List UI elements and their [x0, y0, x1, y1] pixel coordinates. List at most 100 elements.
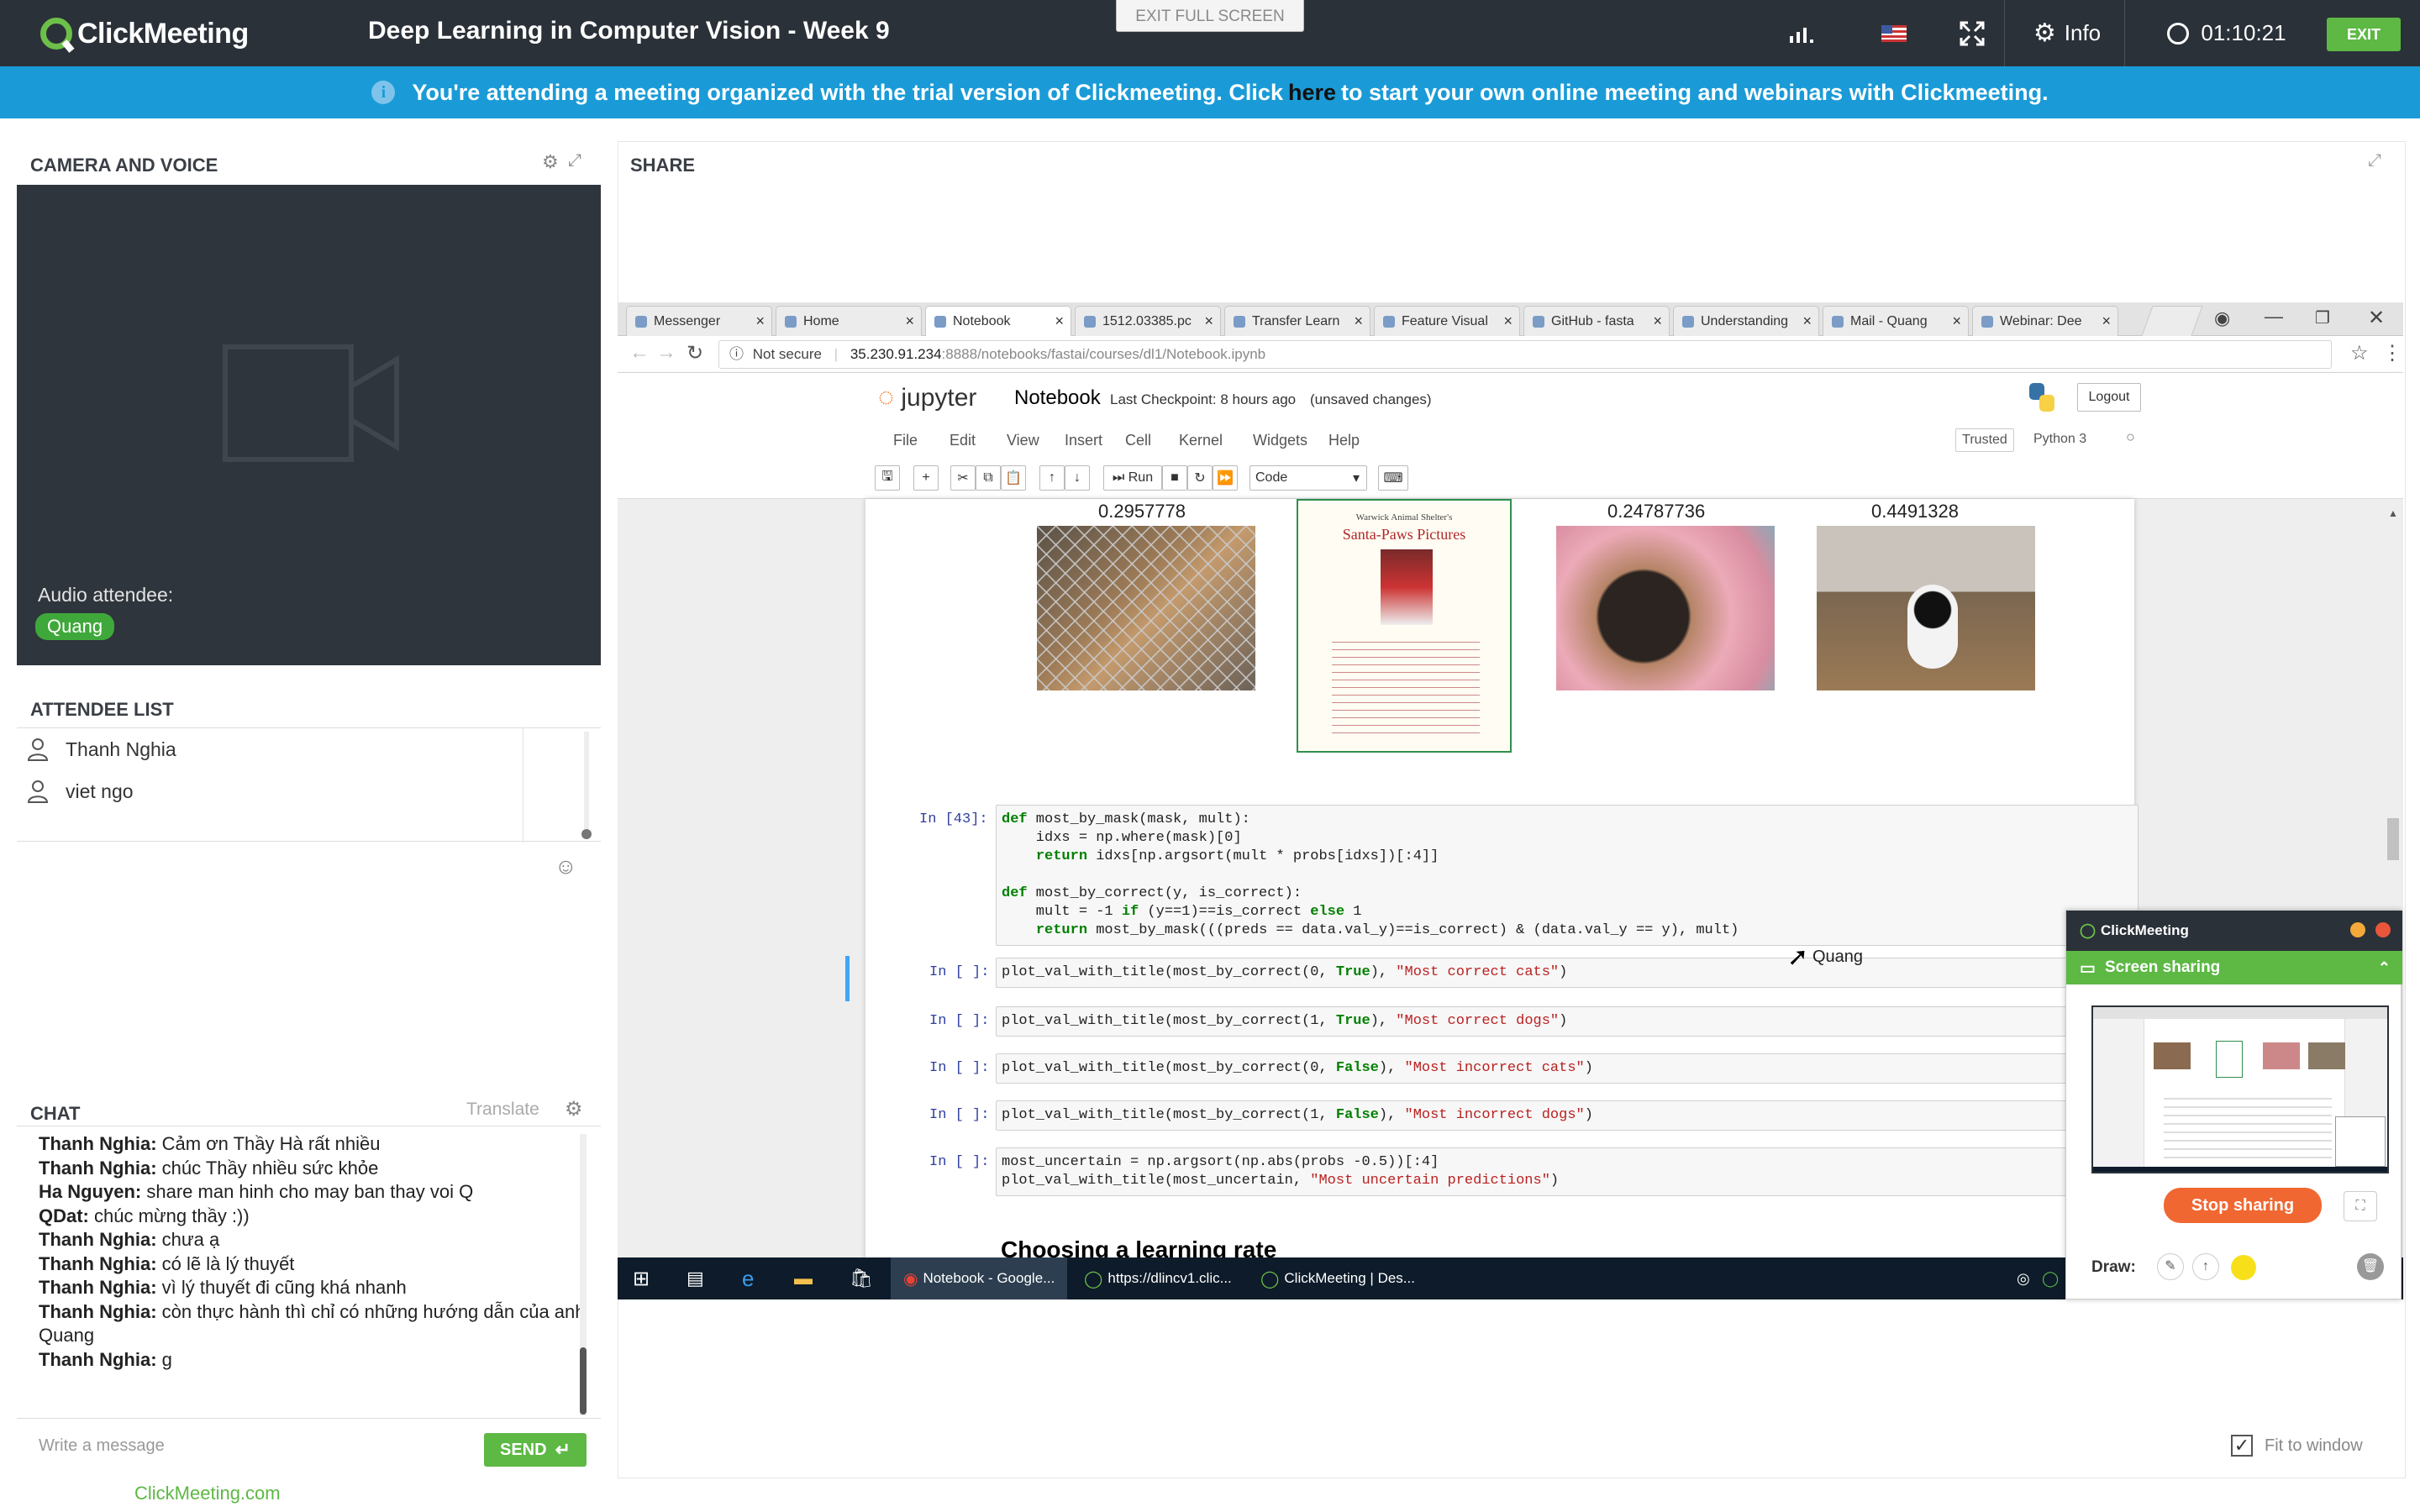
profile-icon[interactable]: ◉: [2214, 307, 2230, 329]
footer-link[interactable]: ClickMeeting.com: [134, 1483, 281, 1504]
banner-here-link[interactable]: here: [1288, 80, 1336, 106]
paste-icon[interactable]: 📋: [1001, 465, 1026, 491]
menu-item[interactable]: Help: [1328, 432, 1360, 449]
stop-sharing-button[interactable]: Stop sharing: [2164, 1188, 2322, 1223]
screen-sharing-header[interactable]: ▭ Screen sharing ⌃: [2066, 951, 2402, 984]
fast-forward-icon[interactable]: ⏩: [1213, 465, 1238, 491]
save-icon[interactable]: 🖫: [875, 465, 900, 491]
cell-type-select[interactable]: Code ▾: [1249, 465, 1367, 491]
maximize-icon[interactable]: ❐: [2315, 307, 2330, 328]
message-input[interactable]: Write a message: [39, 1436, 165, 1456]
pencil-icon[interactable]: ✎: [2157, 1253, 2184, 1280]
browser-tab[interactable]: Home ×: [776, 306, 922, 336]
forward-icon[interactable]: →: [656, 341, 676, 365]
cut-icon[interactable]: ✂: [950, 465, 976, 491]
run-button[interactable]: ⏭ Run: [1103, 465, 1162, 491]
browser-menu-icon[interactable]: ⋮: [2382, 341, 2402, 365]
signal-strength-icon[interactable]: [1773, 0, 1832, 66]
tray-icon[interactable]: ◎: [2017, 1257, 2030, 1299]
browser-tab[interactable]: 1512.03385.pc ×: [1075, 306, 1221, 336]
code-cell[interactable]: most_uncertain = np.argsort(np.abs(probs…: [996, 1147, 2139, 1196]
minimize-icon[interactable]: —: [2265, 306, 2283, 328]
code-cell[interactable]: plot_val_with_title(most_by_correct(0, F…: [996, 1053, 2139, 1084]
task-view-icon[interactable]: ▤: [687, 1257, 704, 1299]
copy-icon[interactable]: ⧉: [976, 465, 1001, 491]
close-tab-icon[interactable]: ×: [905, 312, 914, 330]
exit-button[interactable]: EXIT: [2327, 18, 2401, 51]
send-button[interactable]: SEND ↵: [484, 1433, 587, 1467]
taskbar-item[interactable]: ◉ Notebook - Google...: [903, 1257, 1055, 1299]
info-button[interactable]: ⚙ Info: [2017, 0, 2118, 66]
menu-item[interactable]: Widgets: [1253, 432, 1307, 449]
stop-icon[interactable]: ■: [1162, 465, 1187, 491]
code-cell[interactable]: def most_by_mask(mask, mult): idxs = np.…: [996, 805, 2139, 946]
close-widget-icon[interactable]: [2375, 922, 2391, 937]
move-down-icon[interactable]: ↓: [1065, 465, 1090, 491]
tray-icon[interactable]: ◯: [2042, 1257, 2059, 1299]
taskbar-item[interactable]: ◯ https://dlincv1.clic...: [1084, 1257, 1232, 1299]
trash-icon[interactable]: 🗑: [2357, 1253, 2384, 1280]
close-tab-icon[interactable]: ×: [1354, 312, 1363, 330]
add-cell-icon[interactable]: +: [913, 465, 939, 491]
attendee-scrollbar[interactable]: [584, 732, 589, 832]
scroll-thumb[interactable]: [581, 829, 592, 839]
attendee-item[interactable]: Thanh Nghia: [27, 737, 176, 762]
scroll-up-icon[interactable]: ▲: [2388, 507, 2398, 519]
code-cell[interactable]: plot_val_with_title(most_by_correct(1, F…: [996, 1100, 2139, 1131]
close-tab-icon[interactable]: ×: [1653, 312, 1662, 330]
notebook-scroll-thumb[interactable]: [2387, 818, 2399, 860]
browser-tab[interactable]: Messenger ×: [626, 306, 772, 336]
logout-button[interactable]: Logout: [2077, 383, 2141, 412]
minimize-widget-icon[interactable]: [2350, 922, 2365, 937]
fit-to-window-toggle[interactable]: ✓ Fit to window: [2231, 1435, 2363, 1457]
taskbar-item[interactable]: ◯ ClickMeeting | Des...: [1260, 1257, 1415, 1299]
color-picker-icon[interactable]: [2231, 1255, 2256, 1280]
reload-icon[interactable]: ↻: [687, 341, 703, 365]
attendee-item[interactable]: viet ngo: [27, 779, 134, 804]
trusted-badge[interactable]: Trusted: [1955, 428, 2014, 452]
menu-item[interactable]: View: [1007, 432, 1039, 449]
close-tab-icon[interactable]: ×: [1055, 312, 1064, 330]
windows-start-icon[interactable]: ⊞: [633, 1257, 650, 1299]
close-tab-icon[interactable]: ×: [755, 312, 765, 330]
keyboard-icon[interactable]: ⌨: [1378, 465, 1408, 491]
browser-tab[interactable]: Mail - Quang ×: [1823, 306, 1969, 336]
menu-item[interactable]: Cell: [1125, 432, 1151, 449]
code-cell[interactable]: plot_val_with_title(most_by_correct(1, T…: [996, 1006, 2139, 1037]
browser-tab[interactable]: Transfer Learn ×: [1224, 306, 1370, 336]
file-explorer-icon[interactable]: ▬: [794, 1257, 813, 1299]
code-cell[interactable]: plot_val_with_title(most_by_correct(0, T…: [996, 958, 2139, 988]
menu-item[interactable]: Edit: [950, 432, 976, 449]
browser-tab[interactable]: Notebook ×: [925, 306, 1071, 336]
back-icon[interactable]: ←: [629, 341, 650, 365]
bookmark-star-icon[interactable]: ☆: [2350, 341, 2369, 365]
chat-settings-icon[interactable]: ⚙: [565, 1097, 583, 1121]
checkbox-icon[interactable]: ✓: [2231, 1435, 2253, 1457]
close-tab-icon[interactable]: ×: [1204, 312, 1213, 330]
store-icon[interactable]: 🛍: [850, 1257, 873, 1299]
browser-tab[interactable]: Feature Visual ×: [1374, 306, 1520, 336]
menu-item[interactable]: Insert: [1065, 432, 1102, 449]
pointer-icon[interactable]: ↑: [2192, 1253, 2219, 1280]
browser-tab[interactable]: GitHub - fasta ×: [1523, 306, 1670, 336]
fullscreen-preview-icon[interactable]: ⛶: [2344, 1191, 2377, 1221]
notebook-name[interactable]: Notebook: [1014, 386, 1101, 410]
share-expand-icon[interactable]: ⤢: [2368, 151, 2381, 171]
chat-scroll-thumb[interactable]: [580, 1347, 587, 1415]
menu-item[interactable]: Kernel: [1179, 432, 1223, 449]
close-tab-icon[interactable]: ×: [1503, 312, 1512, 330]
language-flag-icon[interactable]: [1867, 0, 1921, 66]
emoji-icon[interactable]: ☺: [555, 853, 577, 879]
menu-item[interactable]: File: [893, 432, 918, 449]
close-tab-icon[interactable]: ×: [1952, 312, 1961, 330]
browser-tab[interactable]: Understanding ×: [1673, 306, 1819, 336]
close-tab-icon[interactable]: ×: [1802, 312, 1812, 330]
fullscreen-icon[interactable]: [1948, 0, 1996, 66]
exit-fullscreen-button[interactable]: EXIT FULL SCREEN: [1116, 0, 1304, 32]
camera-settings-icon[interactable]: ⚙: [542, 151, 559, 173]
close-tab-icon[interactable]: ×: [2102, 312, 2111, 330]
edge-icon[interactable]: e: [742, 1257, 754, 1299]
move-up-icon[interactable]: ↑: [1039, 465, 1065, 491]
translate-button[interactable]: Translate: [466, 1100, 539, 1120]
restart-icon[interactable]: ↻: [1187, 465, 1213, 491]
